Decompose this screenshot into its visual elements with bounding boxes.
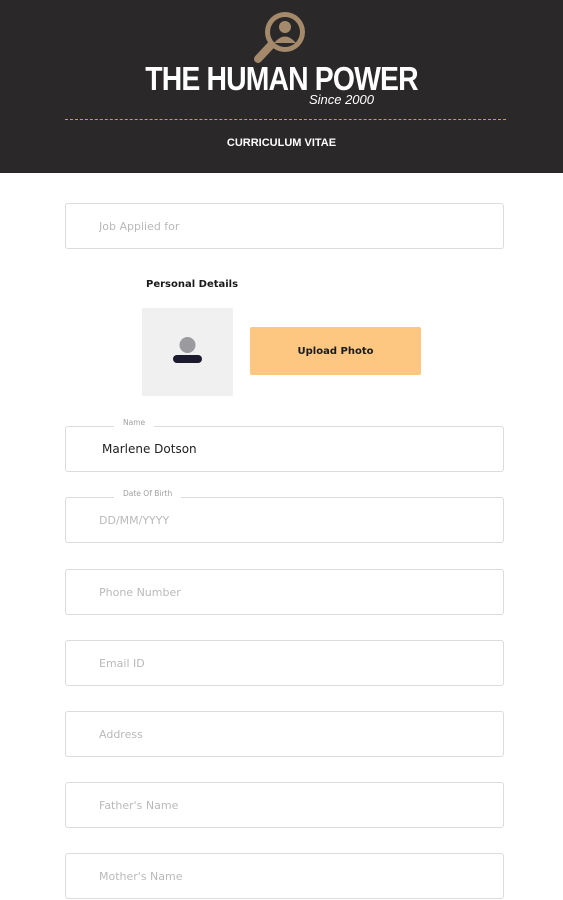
name-field: Name <box>65 418 504 472</box>
father-name-field <box>65 782 504 828</box>
father-name-input[interactable] <box>66 783 503 827</box>
job-applied-input[interactable] <box>66 204 503 248</box>
name-label: Name <box>114 418 155 427</box>
header-divider <box>65 119 506 120</box>
brand-title: THE HUMAN POWER <box>145 60 418 97</box>
email-field <box>65 640 504 686</box>
upload-photo-button[interactable]: Upload Photo <box>250 327 421 375</box>
photo-placeholder[interactable] <box>142 308 233 396</box>
phone-input[interactable] <box>66 570 503 614</box>
avatar-placeholder-icon <box>173 337 202 363</box>
page-subtitle: CURRICULUM VITAE <box>226 137 337 149</box>
email-input[interactable] <box>66 641 503 685</box>
mother-name-field <box>65 853 504 899</box>
dob-input[interactable] <box>66 498 503 542</box>
mother-name-input[interactable] <box>66 854 503 898</box>
name-input[interactable] <box>66 427 503 471</box>
job-applied-field <box>65 203 504 249</box>
app-header: THE HUMAN POWER Since 2000 CURRICULUM VI… <box>0 0 563 173</box>
personal-details-title: Personal Details <box>146 279 239 290</box>
user-magnifier-icon <box>254 12 305 63</box>
brand-tagline: Since 2000 <box>308 92 374 107</box>
address-input[interactable] <box>66 712 503 756</box>
phone-field <box>65 569 504 615</box>
dob-label: Date Of Birth <box>114 489 182 498</box>
dob-field: Date Of Birth <box>65 489 504 543</box>
address-field <box>65 711 504 757</box>
